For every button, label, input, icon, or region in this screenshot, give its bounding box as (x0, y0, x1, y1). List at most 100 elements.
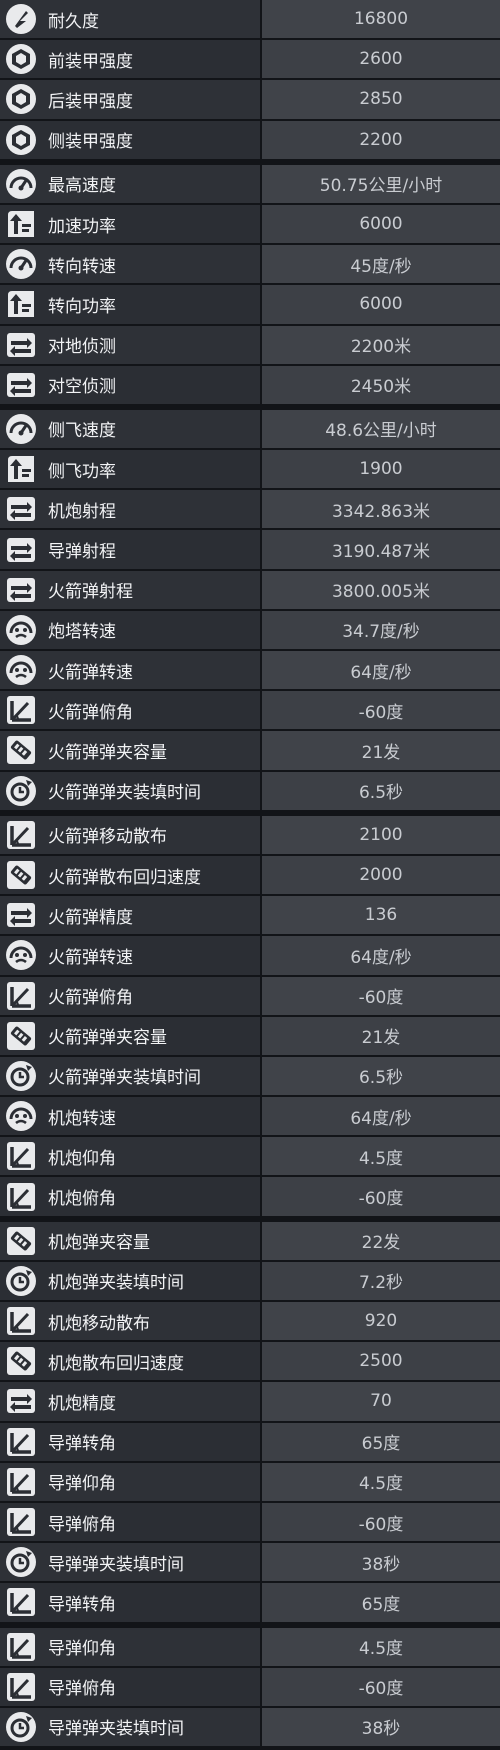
power-icon (4, 207, 38, 241)
armor-icon (4, 123, 38, 157)
stat-row: 火箭弹转速 64度/秒 (0, 936, 500, 975)
stat-label-cell: 导弹仰角 (0, 1627, 260, 1666)
reload-icon (4, 1264, 38, 1298)
stat-label: 机炮俯角 (48, 1189, 116, 1210)
stat-row: 机炮散布回归速度 2500 (0, 1342, 500, 1381)
stat-row: 炮塔转速 34.7度/秒 (0, 610, 500, 649)
stat-label-cell: 机炮俯角 (0, 1177, 260, 1216)
stat-row: 后装甲强度 2850 (0, 80, 500, 119)
stat-value: 2100 (262, 815, 500, 854)
stat-label: 火箭弹转速 (48, 947, 133, 968)
stat-label-cell: 火箭弹散布回归速度 (0, 855, 260, 895)
stat-label: 火箭弹弹夹装填时间 (48, 783, 201, 804)
stat-label: 机炮转速 (48, 1108, 116, 1129)
angle-icon (4, 1670, 38, 1704)
armor-icon (4, 42, 38, 76)
stat-label: 机炮弹夹容量 (48, 1233, 150, 1254)
stat-value: 38秒 (262, 1543, 500, 1582)
stat-value: 2000 (262, 855, 500, 895)
stat-label: 火箭弹射程 (48, 582, 133, 603)
angle-icon (4, 1425, 38, 1459)
magazine-icon (4, 1019, 38, 1053)
angle-icon (4, 1465, 38, 1499)
stat-label-cell: 导弹射程 (0, 530, 260, 569)
stat-label-cell: 导弹弹夹装填时间 (0, 1543, 260, 1582)
stat-label-cell: 前装甲强度 (0, 40, 260, 79)
stat-label: 导弹弹夹装填时间 (48, 1554, 184, 1575)
stat-row: 机炮精度 70 (0, 1382, 500, 1421)
stat-row: 机炮转速 64度/秒 (0, 1097, 500, 1136)
stat-row: 对地侦测 2200米 (0, 325, 500, 364)
stat-row: 机炮射程 3342.863米 (0, 490, 500, 529)
stat-value: 7.2秒 (262, 1261, 500, 1300)
stat-row: 前装甲强度 2600 (0, 40, 500, 79)
stat-row: 机炮俯角 -60度 (0, 1177, 500, 1216)
stat-label: 炮塔转速 (48, 622, 116, 643)
turret-icon (4, 1099, 38, 1133)
stat-label-cell: 火箭弹转速 (0, 651, 260, 690)
stat-label-cell: 导弹转角 (0, 1422, 260, 1461)
stat-row: 火箭弹弹夹装填时间 6.5秒 (0, 771, 500, 810)
stat-label: 火箭弹散布回归速度 (48, 867, 201, 888)
stat-label: 对地侦测 (48, 337, 116, 358)
stat-row: 导弹弹夹装填时间 38秒 (0, 1543, 500, 1582)
stat-label: 导弹转角 (48, 1594, 116, 1615)
stat-label: 机炮精度 (48, 1393, 116, 1414)
stat-row: 侧装甲强度 2200 (0, 120, 500, 159)
stat-value: 1900 (262, 450, 500, 489)
stat-value: 4.5度 (262, 1627, 500, 1666)
stat-row: 侧飞功率 1900 (0, 450, 500, 489)
turret-icon (4, 938, 38, 972)
speedometer-icon (4, 167, 38, 201)
stat-label: 火箭弹移动散布 (48, 827, 167, 848)
range-icon (4, 573, 38, 607)
stat-value: 21发 (262, 1016, 500, 1055)
stat-label-cell: 火箭弹移动散布 (0, 815, 260, 854)
magazine-icon (4, 733, 38, 767)
stat-label: 前装甲强度 (48, 51, 133, 72)
stat-label: 最高速度 (48, 176, 116, 197)
stat-label: 转向转速 (48, 256, 116, 277)
stat-value: 6000 (262, 204, 500, 244)
turret-icon (4, 613, 38, 647)
reload-icon (4, 1545, 38, 1579)
range-icon (4, 492, 38, 526)
stat-label-cell: 机炮弹夹装填时间 (0, 1261, 260, 1300)
angle-icon (4, 1505, 38, 1539)
stat-label: 机炮弹夹装填时间 (48, 1273, 184, 1294)
magazine-icon (4, 1344, 38, 1378)
angle-icon (4, 1139, 38, 1173)
stat-label: 火箭弹弹夹容量 (48, 1028, 167, 1049)
magazine-icon (4, 858, 38, 892)
reload-icon (4, 1059, 38, 1093)
stat-value: 2200米 (262, 325, 500, 364)
stat-label: 火箭弹俯角 (48, 988, 133, 1009)
stat-label-cell: 机炮精度 (0, 1382, 260, 1421)
stat-row: 机炮移动散布 920 (0, 1302, 500, 1341)
stat-label-cell: 火箭弹俯角 (0, 691, 260, 730)
stat-label: 转向功率 (48, 296, 116, 317)
stat-value: 4.5度 (262, 1462, 500, 1501)
stat-row: 导弹转角 65度 (0, 1583, 500, 1622)
stat-label: 导弹俯角 (48, 1679, 116, 1700)
stat-label-cell: 火箭弹弹夹装填时间 (0, 1056, 260, 1096)
stat-label: 对空侦测 (48, 377, 116, 398)
stat-value: 2850 (262, 80, 500, 119)
angle-icon (4, 1180, 38, 1214)
stat-row: 转向功率 6000 (0, 285, 500, 324)
stat-row: 火箭弹弹夹容量 21发 (0, 1016, 500, 1055)
stat-value: 70 (262, 1382, 500, 1421)
range-icon (4, 368, 38, 402)
stat-value: 3800.005米 (262, 570, 500, 609)
durability-icon (4, 2, 38, 36)
stat-row: 火箭弹转速 64度/秒 (0, 651, 500, 690)
stat-value: -60度 (262, 1502, 500, 1542)
stat-value: 6.5秒 (262, 771, 500, 810)
magazine-icon (4, 1224, 38, 1258)
stat-label-cell: 机炮散布回归速度 (0, 1342, 260, 1381)
stat-row: 导弹弹夹装填时间 38秒 (0, 1707, 500, 1747)
stat-row: 火箭弹弹夹装填时间 6.5秒 (0, 1056, 500, 1096)
stat-label: 侧飞功率 (48, 461, 116, 482)
stat-row: 火箭弹俯角 -60度 (0, 691, 500, 730)
stat-label-cell: 机炮转速 (0, 1097, 260, 1136)
